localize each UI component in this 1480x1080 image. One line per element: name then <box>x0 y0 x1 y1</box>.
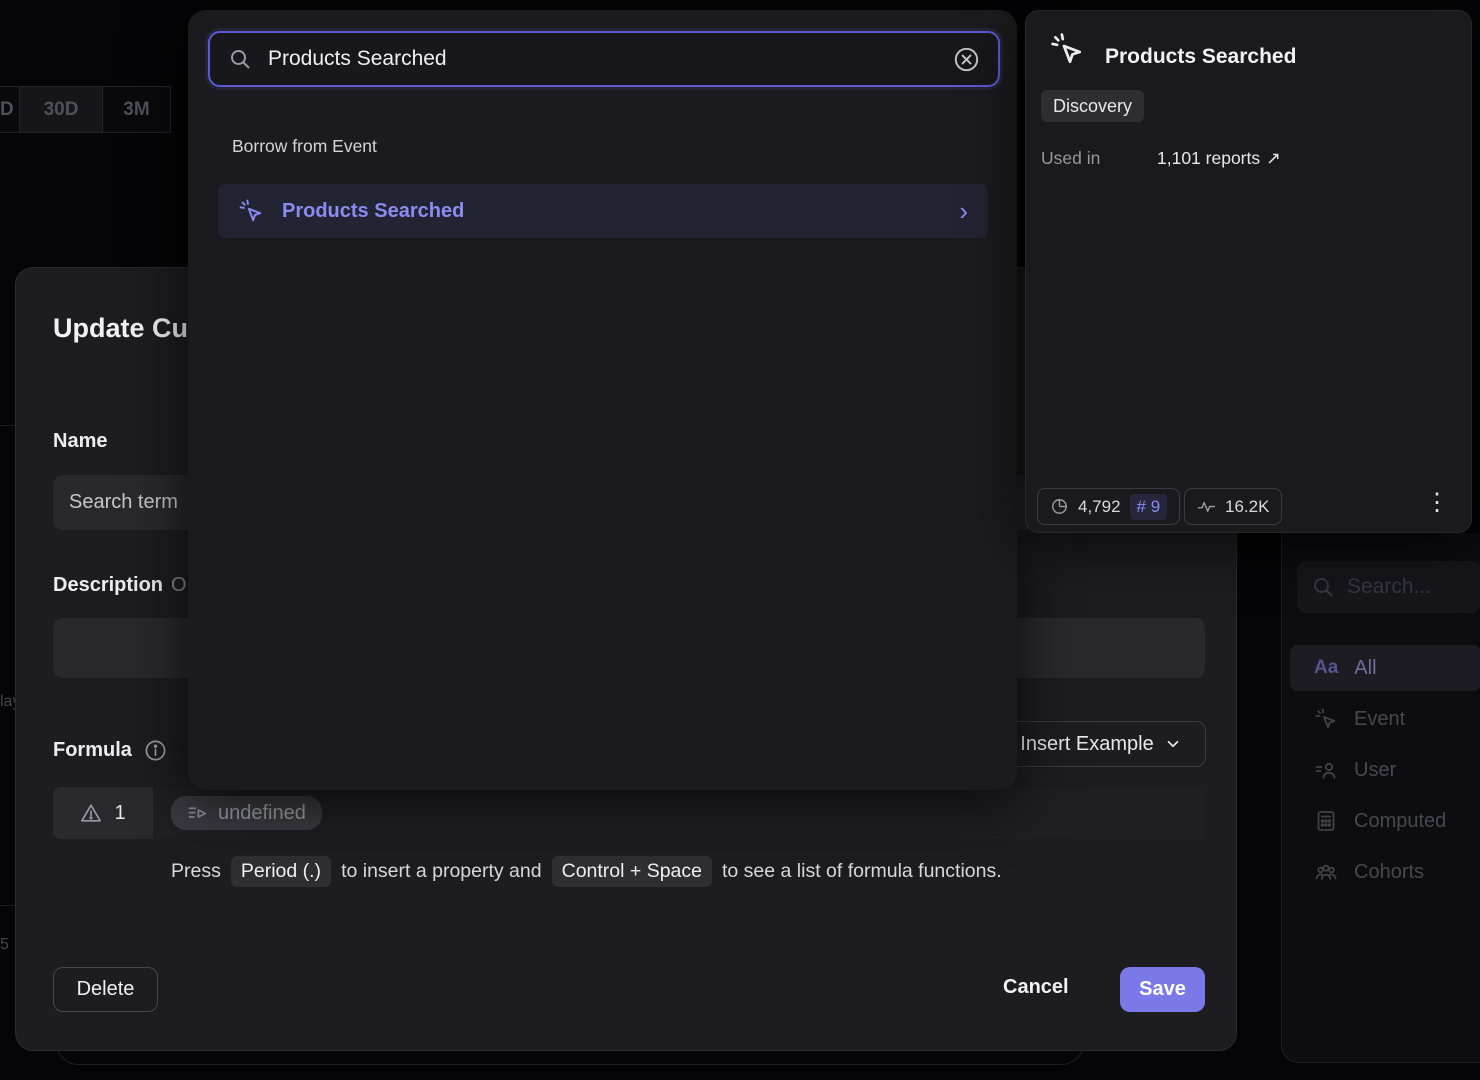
calculator-icon <box>1314 809 1338 833</box>
formula-chip-label: undefined <box>218 802 306 825</box>
formula-error-count: 1 <box>114 802 125 825</box>
total-events-stat[interactable]: 16.2K <box>1184 488 1282 525</box>
dialog-title: Update Cu <box>53 313 188 344</box>
event-cursor-icon <box>1314 707 1338 731</box>
time-range-selector: D 30D 3M <box>0 86 171 133</box>
category-badge: Discovery <box>1041 90 1144 122</box>
sidebar-item-label: All <box>1354 657 1376 680</box>
event-result-row[interactable]: Products Searched › <box>218 184 988 238</box>
delete-button[interactable]: Delete <box>53 967 158 1012</box>
sidebar-item-label: Computed <box>1354 810 1446 833</box>
activity-pulse-icon <box>1197 497 1216 516</box>
event-title: Products Searched <box>1105 45 1296 69</box>
formula-label-row: Formula <box>53 739 167 762</box>
cancel-button[interactable]: Cancel <box>1003 976 1069 999</box>
stat-value: 4,792 <box>1078 497 1121 517</box>
text-type-icon: Aa <box>1314 657 1338 679</box>
time-range-30d-button[interactable]: 30D <box>20 86 103 133</box>
kebab-menu-icon[interactable]: ⋮ <box>1425 490 1449 516</box>
used-in-label: Used in <box>1041 148 1100 169</box>
sidebar-item-label: Event <box>1354 708 1405 731</box>
chevron-right-icon: › <box>959 198 968 224</box>
description-label: DescriptionO <box>53 574 187 597</box>
external-link-icon: ↗ <box>1266 148 1281 169</box>
info-icon[interactable] <box>144 739 167 762</box>
user-icon <box>1314 758 1338 782</box>
formula-editor[interactable]: undefined <box>153 787 1205 839</box>
property-search-overlay: Products Searched Borrow from Event Prod… <box>188 10 1017 790</box>
sidebar-item-label: Cohorts <box>1354 861 1424 884</box>
period-key-chip: Period (.) <box>231 856 331 887</box>
clear-search-icon[interactable] <box>953 46 980 73</box>
cohorts-icon <box>1314 860 1338 884</box>
search-icon <box>1311 575 1335 599</box>
sidebar-search-input[interactable]: Search... <box>1297 561 1480 613</box>
formula-error-indicator: 1 <box>53 787 153 839</box>
control-space-key-chip: Control + Space <box>552 856 712 887</box>
stat-value: 16.2K <box>1225 497 1269 517</box>
bg-axis-number: 5 <box>0 936 9 954</box>
pie-chart-icon <box>1050 497 1069 516</box>
insert-example-button[interactable]: Insert Example <box>996 721 1206 767</box>
name-label: Name <box>53 430 107 453</box>
unique-users-stat[interactable]: 4,792 # 9 <box>1037 488 1180 525</box>
property-type-sidebar: Search... Aa All Event User Computed <box>1281 533 1480 1063</box>
sidebar-item-computed[interactable]: Computed <box>1290 798 1480 844</box>
formula-hint: Press Period (.) to insert a property an… <box>171 856 1002 887</box>
property-icon <box>187 803 208 824</box>
time-range-7d-button[interactable]: D <box>0 86 20 133</box>
event-details-panel: Products Searched Discovery Used in 1,10… <box>1025 10 1472 533</box>
formula-label: Formula <box>53 739 132 762</box>
description-optional-label: O <box>171 574 187 596</box>
sidebar-item-all[interactable]: Aa All <box>1290 645 1480 691</box>
warning-triangle-icon <box>80 802 102 824</box>
formula-property-chip[interactable]: undefined <box>171 796 322 830</box>
event-result-label: Products Searched <box>282 200 941 223</box>
chevron-down-icon <box>1164 735 1182 753</box>
search-icon <box>228 47 252 71</box>
sidebar-item-user[interactable]: User <box>1290 747 1480 793</box>
save-button[interactable]: Save <box>1120 967 1205 1012</box>
sidebar-item-event[interactable]: Event <box>1290 696 1480 742</box>
event-cursor-icon <box>1049 31 1085 67</box>
search-query: Products Searched <box>268 47 937 71</box>
borrow-from-event-heading: Borrow from Event <box>232 136 377 157</box>
time-range-3m-button[interactable]: 3M <box>103 86 171 133</box>
sidebar-item-cohorts[interactable]: Cohorts <box>1290 849 1480 895</box>
name-value: Search term <box>69 491 178 514</box>
event-cursor-icon <box>238 198 264 224</box>
used-in-reports-link[interactable]: 1,101 reports ↗ <box>1157 148 1281 169</box>
search-input[interactable]: Products Searched <box>208 31 1000 87</box>
rank-badge: # 9 <box>1130 494 1168 520</box>
insert-example-label: Insert Example <box>1020 733 1153 756</box>
sidebar-item-label: User <box>1354 759 1396 782</box>
formula-input-bar[interactable]: 1 undefined <box>53 787 1205 839</box>
sidebar-search-placeholder: Search... <box>1347 575 1431 599</box>
